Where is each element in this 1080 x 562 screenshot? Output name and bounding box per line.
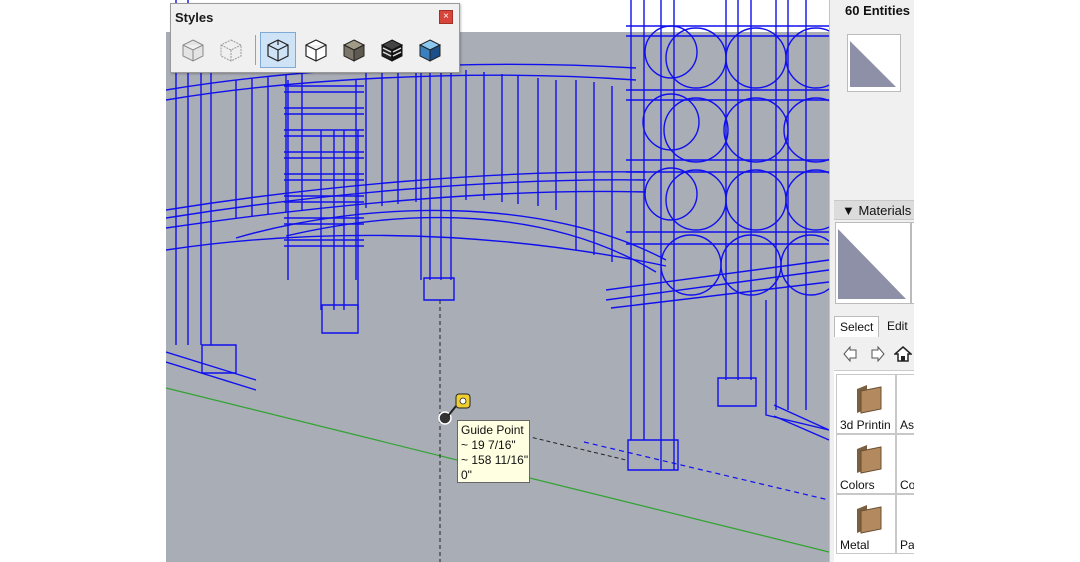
library-item-metal[interactable]: Metal [836, 494, 896, 554]
shaded-style-button[interactable] [336, 32, 372, 68]
default-tray: 60 Entities ▼ Materials Select Edit 3d P… [829, 0, 914, 562]
materials-tabs: Select Edit [834, 316, 914, 338]
tooltip-title: Guide Point [461, 423, 524, 437]
styles-toolbar: Styles × [170, 3, 460, 73]
monochrome-style-button[interactable] [412, 32, 448, 68]
tab-select[interactable]: Select [834, 316, 880, 337]
default-material-icon [836, 223, 910, 303]
styles-title: Styles [175, 10, 214, 25]
library-item-colors-named[interactable]: Co [896, 434, 914, 494]
sketchup-window: Guide Point ~ 19 7/16" ~ 158 11/16" 0" S… [166, 0, 914, 562]
library-item-label: Colors [840, 478, 875, 492]
library-item-label: Co [900, 478, 914, 492]
entity-material-swatch[interactable] [847, 34, 901, 92]
shaded-style-icon [342, 39, 366, 62]
library-item-label: Metal [840, 538, 870, 552]
materials-panel-header[interactable]: ▼ Materials [834, 200, 914, 220]
library-item-label: As [900, 418, 914, 432]
xray-style-button[interactable] [175, 32, 211, 68]
toolbar-separator [255, 35, 256, 65]
back-button[interactable] [838, 344, 864, 364]
monochrome-style-icon [418, 39, 442, 62]
hidden-line-style-icon [305, 39, 327, 62]
tab-edit[interactable]: Edit [882, 316, 913, 336]
model-viewport[interactable]: Guide Point ~ 19 7/16" ~ 158 11/16" 0" S… [166, 0, 829, 562]
library-item-label: 3d Printin [840, 418, 891, 432]
close-icon[interactable]: × [439, 10, 453, 24]
folder-icon [857, 385, 882, 414]
hidden-line-style-button[interactable] [298, 32, 334, 68]
guide-point-tooltip: Guide Point ~ 19 7/16" ~ 158 11/16" 0" [457, 420, 530, 483]
folder-icon [857, 445, 882, 474]
back-edges-style-icon [220, 39, 242, 62]
style-buttons [175, 31, 450, 69]
library-item-label: Pa [900, 538, 914, 552]
xray-style-icon [182, 39, 204, 62]
tooltip-y-value: ~ 158 11/16" [461, 453, 529, 467]
current-material-swatch[interactable] [835, 222, 911, 304]
shaded-textures-style-button[interactable] [374, 32, 410, 68]
materials-navigation [838, 344, 914, 364]
back-arrow-icon [843, 346, 857, 362]
library-item-colors[interactable]: Colors [836, 434, 896, 494]
back-edges-style-button[interactable] [213, 32, 249, 68]
shaded-textures-style-icon [380, 39, 404, 62]
wireframe-style-button[interactable] [260, 32, 296, 68]
default-material-icon [848, 35, 900, 91]
folder-icon [913, 443, 914, 475]
tooltip-x-value: ~ 19 7/16" [461, 438, 516, 452]
secondary-material-swatch[interactable] [911, 222, 914, 304]
home-icon [894, 346, 912, 362]
materials-library: 3d Printin As Colors Co Metal Pa [834, 370, 914, 562]
forward-arrow-icon [871, 346, 885, 362]
tooltip-z-value: 0" [461, 468, 472, 482]
forward-button[interactable] [864, 344, 890, 364]
folder-icon [913, 383, 914, 415]
wireframe-style-icon [267, 39, 289, 62]
folder-icon [857, 505, 882, 534]
library-item-asphalt[interactable]: As [896, 374, 914, 434]
entity-info-header: 60 Entities [845, 3, 911, 18]
library-item-patterns[interactable]: Pa [896, 494, 914, 554]
library-item-3d-printing[interactable]: 3d Printin [836, 374, 896, 434]
folder-icon [913, 503, 914, 535]
home-button[interactable] [890, 344, 914, 364]
